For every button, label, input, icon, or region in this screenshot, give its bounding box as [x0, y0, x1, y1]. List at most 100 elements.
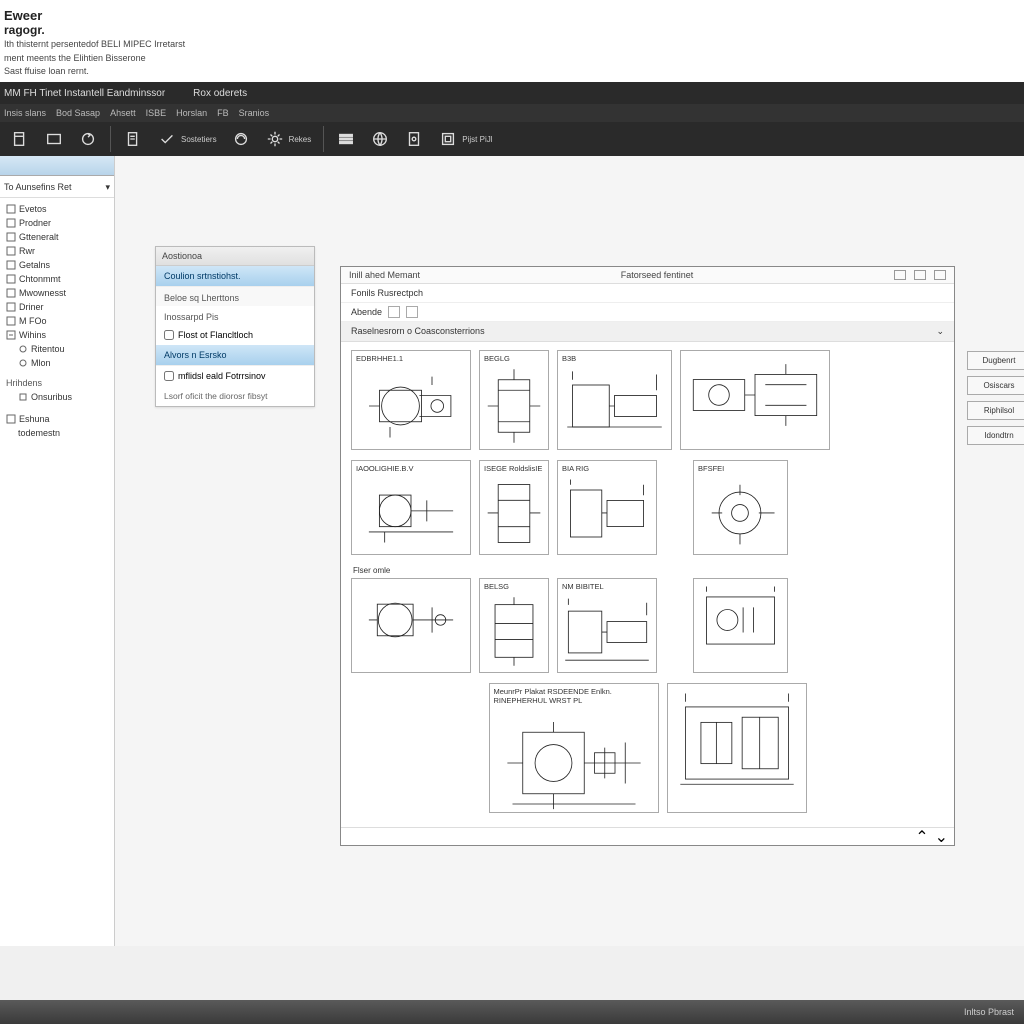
- node-icon: [6, 260, 16, 270]
- leaf-icon: [18, 344, 28, 354]
- tree-subitem[interactable]: Onsuribus: [2, 390, 112, 404]
- side-button-0[interactable]: Dugbenrt: [967, 351, 1024, 370]
- canvas-area: Aostionoa Coulion srtnstiohst. Beloe sq …: [115, 156, 1024, 946]
- drawing-thumb[interactable]: NM BIBITEL: [557, 578, 657, 673]
- toolbar-open-button[interactable]: [40, 127, 68, 151]
- drawing-thumb[interactable]: [693, 578, 788, 673]
- tree-subitem[interactable]: todemestn: [2, 426, 112, 440]
- tree-item[interactable]: Mwownesst: [2, 286, 112, 300]
- tree-item[interactable]: Eshuna: [2, 412, 112, 426]
- leaf-icon: [18, 392, 28, 402]
- tree-item[interactable]: M FOo: [2, 314, 112, 328]
- drawing-thumb[interactable]: IAOOLIGHIE.B.V: [351, 460, 471, 555]
- chevron-down-icon[interactable]: ▾: [105, 182, 110, 193]
- bars-icon: [336, 129, 356, 149]
- tree-label: Onsuribus: [31, 392, 72, 402]
- action-check-1[interactable]: Flost ot Flancltloch: [156, 325, 314, 345]
- toolbar-gear-label: Rekes: [289, 135, 312, 144]
- drawing-thumb[interactable]: BFSFEI: [693, 460, 788, 555]
- thumb-label: IAOOLIGHIE.B.V: [354, 463, 468, 474]
- drawing-thumb[interactable]: BELSG: [479, 578, 549, 673]
- tree-item[interactable]: Chtonmmt: [2, 272, 112, 286]
- toolbar-refresh-button[interactable]: [74, 127, 102, 151]
- drawing-thumb[interactable]: ISEGE RoldslisIE: [479, 460, 549, 555]
- side-button-2[interactable]: Riphilsol: [967, 401, 1024, 420]
- tab-5[interactable]: FB: [217, 108, 229, 118]
- toolbar-cycle-button[interactable]: [227, 127, 255, 151]
- maximize-button[interactable]: [914, 270, 926, 280]
- tree-item[interactable]: Driner: [2, 300, 112, 314]
- tree-label: Mlon: [31, 358, 51, 368]
- action-create[interactable]: Coulion srtnstiohst.: [156, 266, 314, 287]
- tab-3[interactable]: ISBE: [146, 108, 167, 118]
- tab-0[interactable]: Insis slans: [4, 108, 46, 118]
- menubar: MM FH Tinet Instantell Eandminssor Rox o…: [0, 82, 1024, 104]
- document-window: Inill ahed Memant Fatorseed fentinet Fon…: [340, 266, 955, 846]
- grid-icon[interactable]: [388, 306, 400, 318]
- tree-item[interactable]: Rwr: [2, 244, 112, 258]
- drawing-thumb[interactable]: MeunrPr Plakat RSDEENDE Enlkn. RINEPHERH…: [489, 683, 659, 813]
- tree-item[interactable]: Gtteneralt: [2, 230, 112, 244]
- drawing-thumb[interactable]: B3B: [557, 350, 672, 450]
- doc-section-band: Raselnesrorn o Coasconsterrions ⌄: [341, 322, 954, 342]
- tree-subitem[interactable]: Mlon: [2, 356, 112, 370]
- tree-item[interactable]: Getalns: [2, 258, 112, 272]
- node-icon: [6, 302, 16, 312]
- chevron-down-icon[interactable]: ⌄: [935, 827, 948, 847]
- toolbar-print-label: Pijst PiJl: [462, 135, 492, 144]
- toolbar-page-button[interactable]: [400, 127, 428, 151]
- drawing-thumb[interactable]: EDBRHHE1.1: [351, 350, 471, 450]
- action-check-2[interactable]: mflidsl eald Fotrrsinov: [156, 366, 314, 386]
- side-button-1[interactable]: Osiscars: [967, 376, 1024, 395]
- row-label: Flser omle: [351, 565, 944, 576]
- tree-label: Wihins: [19, 330, 46, 340]
- node-icon: [6, 246, 16, 256]
- minimize-button[interactable]: [894, 270, 906, 280]
- node-icon: [6, 204, 16, 214]
- tree-item[interactable]: Prodner: [2, 216, 112, 230]
- tree-subitem[interactable]: Ritentou: [2, 342, 112, 356]
- tree-item[interactable]: Wihins: [2, 328, 112, 342]
- app-desc-2: ment meents the Elihtien Bisserone: [4, 53, 1020, 65]
- tab-1[interactable]: Bod Sasap: [56, 108, 100, 118]
- document-titlebar[interactable]: Inill ahed Memant Fatorseed fentinet: [341, 267, 954, 284]
- drawing-thumb[interactable]: BIA RIG: [557, 460, 657, 555]
- toolbar-doc-button[interactable]: [119, 127, 147, 151]
- doc-toolbar: Abende: [341, 303, 954, 322]
- node-icon: [6, 288, 16, 298]
- tab-6[interactable]: Sranios: [239, 108, 270, 118]
- toolbar-bars-button[interactable]: [332, 127, 360, 151]
- toolbar-file-button[interactable]: [6, 127, 34, 151]
- collapse-icon[interactable]: ⌄: [936, 326, 944, 337]
- tree-item[interactable]: Evetos: [2, 202, 112, 216]
- action-selected[interactable]: Alvors n Esrsko: [156, 345, 314, 366]
- toolbar-print-button[interactable]: Pijst PiJl: [434, 127, 496, 151]
- drawing-thumb[interactable]: BEGLG: [479, 350, 549, 450]
- doc-scroll-area[interactable]: EDBRHHE1.1 BEGLG B3B: [341, 342, 954, 827]
- globe-icon: [370, 129, 390, 149]
- sidebar-tab[interactable]: [0, 156, 114, 176]
- toolbar-globe-button[interactable]: [366, 127, 394, 151]
- tab-2[interactable]: Ahsett: [110, 108, 136, 118]
- drawing-thumb[interactable]: [680, 350, 830, 450]
- tree-label: todemestn: [18, 428, 60, 438]
- tree-label: Gtteneralt: [19, 232, 59, 242]
- checkbox[interactable]: [164, 330, 174, 340]
- list-icon[interactable]: [406, 306, 418, 318]
- chevron-up-icon[interactable]: ⌃: [915, 827, 928, 847]
- print-icon: [438, 129, 458, 149]
- check-icon: [157, 129, 177, 149]
- app-title: Eweer: [4, 8, 1020, 23]
- drawing-thumb[interactable]: [351, 578, 471, 673]
- toolbar-check-button[interactable]: Sostetiers: [153, 127, 221, 151]
- tab-4[interactable]: Horslan: [176, 108, 207, 118]
- tree-label: Prodner: [19, 218, 51, 228]
- drawing-thumb[interactable]: [667, 683, 807, 813]
- close-button[interactable]: [934, 270, 946, 280]
- page-icon: [404, 129, 424, 149]
- side-button-3[interactable]: Idondtrn: [967, 426, 1024, 445]
- ribbon-toolbar: Sostetiers Rekes Pijst PiJl: [0, 122, 1024, 156]
- node-icon: [6, 232, 16, 242]
- checkbox[interactable]: [164, 371, 174, 381]
- toolbar-gear-button[interactable]: Rekes: [261, 127, 316, 151]
